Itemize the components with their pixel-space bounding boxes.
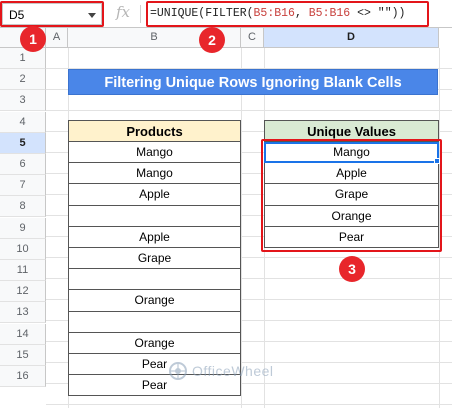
officewheel-logo-icon — [169, 362, 187, 380]
products-cell[interactable] — [68, 269, 241, 291]
row-header-6[interactable]: 6 — [0, 154, 46, 175]
column-header-a[interactable]: A — [46, 28, 68, 48]
row-header-13[interactable]: 13 — [0, 302, 46, 324]
annotation-box-result — [261, 139, 442, 252]
row-header-5[interactable]: 5 — [0, 132, 46, 154]
row-header-10[interactable]: 10 — [0, 238, 46, 260]
row-header-12[interactable]: 12 — [0, 281, 46, 303]
row-header-4[interactable]: 4 — [0, 111, 46, 133]
annotation-box-formula — [146, 1, 429, 27]
formula-separator — [140, 5, 141, 23]
fx-icon: fx — [116, 3, 131, 21]
row-header-3[interactable]: 3 — [0, 90, 46, 112]
row-header-7[interactable]: 7 — [0, 175, 46, 197]
annotation-badge-1: 1 — [20, 26, 46, 52]
products-cell[interactable]: Grape — [68, 248, 241, 270]
watermark: OfficeWheel — [168, 358, 274, 384]
grid-line — [241, 48, 242, 408]
annotation-box-name-box — [0, 1, 104, 27]
products-cell[interactable]: Orange — [68, 332, 241, 354]
annotation-badge-2: 2 — [199, 27, 225, 53]
row-header-9[interactable]: 9 — [0, 217, 46, 239]
row-header-11[interactable]: 11 — [0, 260, 46, 281]
products-cell[interactable]: Apple — [68, 226, 241, 248]
annotation-badge-3: 3 — [339, 256, 365, 282]
row-header-15[interactable]: 15 — [0, 344, 46, 366]
products-cell[interactable]: Orange — [68, 290, 241, 312]
products-cell[interactable] — [68, 205, 241, 227]
products-cell[interactable]: Mango — [68, 163, 241, 185]
row-header-8[interactable]: 8 — [0, 196, 46, 218]
products-cell[interactable]: Apple — [68, 184, 241, 206]
column-header-c[interactable]: C — [241, 28, 264, 48]
products-cell[interactable]: Mango — [68, 142, 241, 164]
row-header-1[interactable]: 1 — [0, 48, 46, 69]
products-cell[interactable] — [68, 311, 241, 333]
watermark-text: OfficeWheel — [192, 363, 274, 379]
row-header-14[interactable]: 14 — [0, 323, 46, 345]
products-header[interactable]: Products — [68, 120, 241, 142]
row-header-2[interactable]: 2 — [0, 69, 46, 91]
column-header-d[interactable]: D — [264, 28, 439, 48]
title-banner[interactable]: Filtering Unique Rows Ignoring Blank Cel… — [68, 69, 438, 95]
row-header-16[interactable]: 16 — [0, 366, 46, 387]
